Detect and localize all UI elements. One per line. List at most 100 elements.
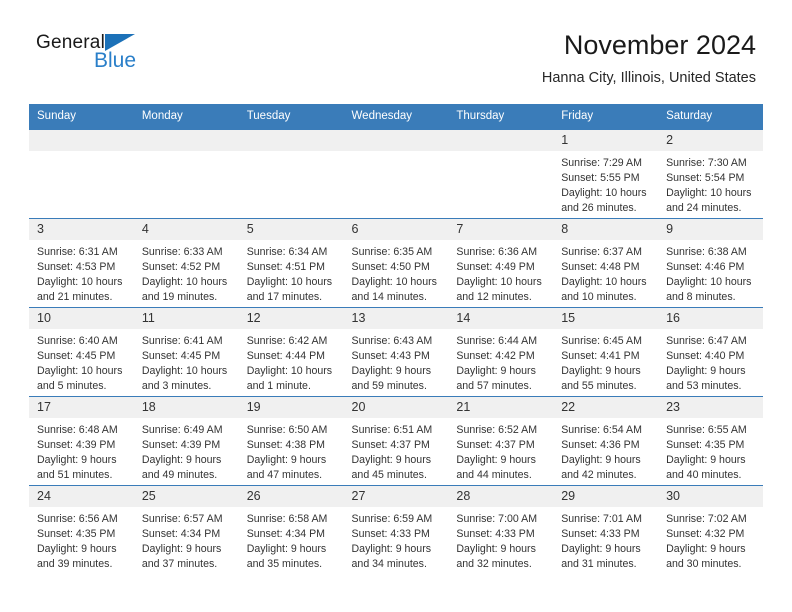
day-sun-details: Sunrise: 6:41 AM Sunset: 4:45 PM Daylight:…: [134, 329, 239, 395]
daylight-text-line1: Daylight: 10 hours: [246, 276, 333, 289]
daylight-text-line1: Daylight: 10 hours: [456, 276, 542, 289]
day-sun-details: Sunrise: 6:40 AM Sunset: 4:45 PM Daylight:…: [29, 329, 134, 395]
sunset-text: Sunset: 4:40 PM: [666, 349, 745, 362]
calendar-day-cell[interactable]: 18 Sunrise: 6:49 AM Sunset: 4:39 PM Dayligh…: [133, 395, 239, 486]
logo-text-blue: Blue: [94, 49, 137, 72]
daylight-text-line1: Daylight: 10 hours: [141, 276, 228, 289]
sunrise-text: Sunrise: 6:57 AM: [141, 512, 223, 525]
sunset-text: Sunset: 4:53 PM: [37, 260, 116, 273]
day-number: 14: [448, 307, 554, 329]
calendar-day-cell[interactable]: 10 Sunrise: 6:40 AM Sunset: 4:45 PM Dayligh…: [29, 306, 134, 397]
sunset-text: Sunset: 4:33 PM: [351, 527, 430, 540]
daylight-text-line2: and 59 minutes.: [351, 380, 427, 393]
sunset-text: Sunset: 4:48 PM: [561, 260, 640, 273]
daylight-text-line2: and 14 minutes.: [351, 291, 427, 304]
page-title: November 2024: [563, 30, 756, 60]
sunrise-text: Sunrise: 6:36 AM: [456, 245, 538, 258]
daylight-text-line2: and 17 minutes.: [246, 291, 323, 304]
calendar-day-cell[interactable]: 3 Sunrise: 6:31 AM Sunset: 4:53 PM Daylight…: [29, 217, 134, 308]
calendar-empty-cell: [133, 128, 239, 219]
weekday-header-tuesday: Tuesday: [238, 104, 344, 130]
daylight-text-line2: and 32 minutes.: [456, 558, 532, 571]
day-sun-details: Sunrise: 6:58 AM Sunset: 4:34 PM Daylight:…: [239, 507, 344, 573]
calendar-day-cell[interactable]: 15 Sunrise: 6:45 AM Sunset: 4:41 PM Dayligh…: [553, 306, 659, 397]
calendar-day-cell[interactable]: 4 Sunrise: 6:33 AM Sunset: 4:52 PM Daylight…: [133, 217, 239, 308]
day-sun-details: Sunrise: 6:57 AM Sunset: 4:34 PM Daylight:…: [134, 507, 239, 573]
calendar-day-cell[interactable]: 30 Sunrise: 7:02 AM Sunset: 4:32 PM Dayligh…: [658, 484, 763, 575]
calendar-day-cell[interactable]: 6 Sunrise: 6:35 AM Sunset: 4:50 PM Daylight…: [343, 217, 449, 308]
sunset-text: Sunset: 4:34 PM: [141, 527, 221, 540]
calendar-day-cell[interactable]: 2 Sunrise: 7:30 AM Sunset: 5:54 PM Daylight…: [658, 128, 763, 219]
daylight-text-line1: Daylight: 9 hours: [456, 365, 536, 378]
day-sun-details: Sunrise: 6:59 AM Sunset: 4:33 PM Daylight:…: [344, 507, 449, 573]
sunrise-text: Sunrise: 6:31 AM: [37, 245, 118, 258]
calendar-week-row: 24 Sunrise: 6:56 AM Sunset: 4:35 PM Dayligh…: [29, 484, 763, 575]
day-number: 17: [29, 396, 134, 418]
day-number: [343, 129, 449, 151]
calendar-day-cell[interactable]: 26 Sunrise: 6:58 AM Sunset: 4:34 PM Dayligh…: [238, 484, 344, 575]
calendar-day-cell[interactable]: 17 Sunrise: 6:48 AM Sunset: 4:39 PM Dayligh…: [29, 395, 134, 486]
calendar-day-cell[interactable]: 19 Sunrise: 6:50 AM Sunset: 4:38 PM Dayligh…: [238, 395, 344, 486]
calendar-day-cell[interactable]: 12 Sunrise: 6:42 AM Sunset: 4:44 PM Dayligh…: [238, 306, 344, 397]
sunset-text: Sunset: 4:51 PM: [246, 260, 326, 273]
sunset-text: Sunset: 4:39 PM: [37, 438, 116, 451]
calendar-day-cell[interactable]: 23 Sunrise: 6:55 AM Sunset: 4:35 PM Dayligh…: [658, 395, 763, 486]
sunset-text: Sunset: 4:49 PM: [456, 260, 535, 273]
calendar-week-row: 17 Sunrise: 6:48 AM Sunset: 4:39 PM Dayligh…: [29, 395, 763, 486]
page-header: General Blue November 2024 Hanna City, I…: [0, 0, 792, 86]
sunrise-text: Sunrise: 6:33 AM: [141, 245, 223, 258]
day-number: 24: [29, 485, 134, 507]
calendar-day-cell[interactable]: 7 Sunrise: 6:36 AM Sunset: 4:49 PM Daylight…: [448, 217, 554, 308]
calendar-day-cell[interactable]: 13 Sunrise: 6:43 AM Sunset: 4:43 PM Dayligh…: [343, 306, 449, 397]
calendar-day-cell[interactable]: 25 Sunrise: 6:57 AM Sunset: 4:34 PM Dayligh…: [133, 484, 239, 575]
calendar-day-cell[interactable]: 9 Sunrise: 6:38 AM Sunset: 4:46 PM Daylight…: [658, 217, 763, 308]
calendar-day-cell[interactable]: 8 Sunrise: 6:37 AM Sunset: 4:48 PM Daylight…: [553, 217, 659, 308]
sunset-text: Sunset: 4:32 PM: [666, 527, 745, 540]
calendar-day-cell[interactable]: 5 Sunrise: 6:34 AM Sunset: 4:51 PM Daylight…: [238, 217, 344, 308]
general-blue-logo[interactable]: General Blue: [36, 33, 166, 81]
calendar-day-cell[interactable]: 22 Sunrise: 6:54 AM Sunset: 4:36 PM Dayligh…: [553, 395, 659, 486]
calendar-day-cell[interactable]: 21 Sunrise: 6:52 AM Sunset: 4:37 PM Dayligh…: [448, 395, 554, 486]
day-number: 23: [658, 396, 763, 418]
daylight-text-line2: and 47 minutes.: [246, 469, 323, 482]
day-sun-details: Sunrise: 7:29 AM Sunset: 5:55 PM Daylight:…: [553, 151, 658, 217]
daylight-text-line1: Daylight: 9 hours: [456, 454, 536, 467]
daylight-text-line2: and 42 minutes.: [561, 469, 637, 482]
daylight-text-line1: Daylight: 9 hours: [246, 454, 327, 467]
calendar-day-cell[interactable]: 27 Sunrise: 6:59 AM Sunset: 4:33 PM Dayligh…: [343, 484, 449, 575]
sunrise-text: Sunrise: 6:56 AM: [37, 512, 118, 525]
daylight-text-line1: Daylight: 10 hours: [37, 365, 123, 378]
daylight-text-line1: Daylight: 9 hours: [351, 543, 432, 556]
sunset-text: Sunset: 4:33 PM: [561, 527, 640, 540]
page-subtitle-location: Hanna City, Illinois, United States: [541, 70, 756, 87]
calendar-day-cell[interactable]: 14 Sunrise: 6:44 AM Sunset: 4:42 PM Dayligh…: [448, 306, 554, 397]
daylight-text-line1: Daylight: 9 hours: [351, 454, 432, 467]
daylight-text-line1: Daylight: 9 hours: [561, 543, 641, 556]
sunrise-text: Sunrise: 7:30 AM: [666, 156, 747, 169]
day-number: [238, 129, 344, 151]
sunset-text: Sunset: 4:45 PM: [141, 349, 221, 362]
sunset-text: Sunset: 4:33 PM: [456, 527, 535, 540]
calendar-day-cell[interactable]: 11 Sunrise: 6:41 AM Sunset: 4:45 PM Dayligh…: [133, 306, 239, 397]
sunrise-text: Sunrise: 6:34 AM: [246, 245, 328, 258]
day-sun-details: Sunrise: 6:36 AM Sunset: 4:49 PM Daylight:…: [448, 240, 553, 306]
daylight-text-line1: Daylight: 9 hours: [456, 543, 536, 556]
calendar-day-cell[interactable]: 1 Sunrise: 7:29 AM Sunset: 5:55 PM Daylight…: [553, 128, 659, 219]
day-sun-details: Sunrise: 7:01 AM Sunset: 4:33 PM Daylight:…: [553, 507, 658, 573]
day-number: 3: [29, 218, 134, 240]
day-number: 16: [658, 307, 763, 329]
daylight-text-line2: and 44 minutes.: [456, 469, 532, 482]
day-sun-details: Sunrise: 6:48 AM Sunset: 4:39 PM Daylight:…: [29, 418, 134, 484]
daylight-text-line1: Daylight: 10 hours: [141, 365, 228, 378]
calendar-day-cell[interactable]: 28 Sunrise: 7:00 AM Sunset: 4:33 PM Dayligh…: [448, 484, 554, 575]
weekday-header-monday: Monday: [133, 104, 239, 130]
calendar-day-cell[interactable]: 29 Sunrise: 7:01 AM Sunset: 4:33 PM Dayligh…: [553, 484, 659, 575]
daylight-text-line2: and 3 minutes.: [141, 380, 212, 393]
daylight-text-line2: and 1 minute.: [246, 380, 311, 393]
day-number: 19: [238, 396, 344, 418]
daylight-text-line1: Daylight: 9 hours: [141, 543, 222, 556]
daylight-text-line2: and 51 minutes.: [37, 469, 113, 482]
calendar-day-cell[interactable]: 16 Sunrise: 6:47 AM Sunset: 4:40 PM Dayligh…: [658, 306, 763, 397]
calendar-day-cell[interactable]: 24 Sunrise: 6:56 AM Sunset: 4:35 PM Dayligh…: [29, 484, 134, 575]
calendar-day-cell[interactable]: 20 Sunrise: 6:51 AM Sunset: 4:37 PM Dayligh…: [343, 395, 449, 486]
